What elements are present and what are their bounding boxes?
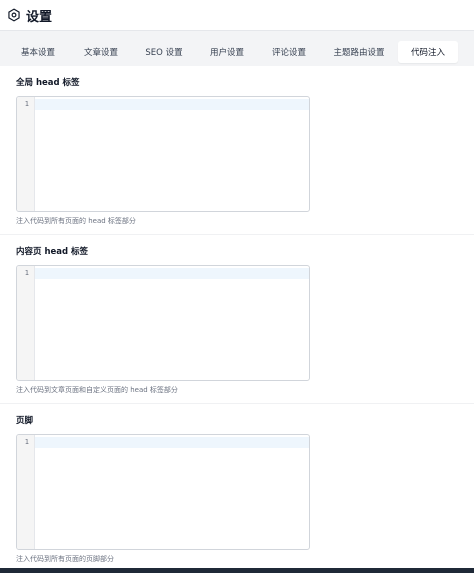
section-label: 页脚	[16, 416, 34, 426]
tab-user-settings[interactable]: 用户设置	[196, 41, 258, 63]
content-head-editor[interactable]: 1	[16, 265, 310, 381]
code-input[interactable]	[37, 268, 307, 378]
page-header: 设置	[0, 0, 474, 30]
tab-basic-settings[interactable]: 基本设置	[6, 41, 70, 63]
divider	[0, 234, 474, 235]
tab-bar: 基本设置 文章设置 SEO 设置 用户设置 评论设置 主题路由设置 代码注入	[0, 30, 474, 66]
global-head-editor[interactable]: 1	[16, 96, 310, 212]
section-hint: 注入代码到所有页面的页脚部分	[16, 555, 114, 563]
line-gutter	[17, 435, 35, 549]
footer-editor[interactable]: 1	[16, 434, 310, 550]
page-title: 设置	[26, 9, 53, 25]
line-number: 1	[24, 438, 29, 446]
line-number: 1	[24, 100, 29, 108]
tab-code-injection[interactable]: 代码注入	[398, 41, 458, 63]
section-hint: 注入代码到所有页面的 head 标签部分	[16, 217, 136, 225]
bottom-edge	[0, 568, 474, 573]
tab-post-settings[interactable]: 文章设置	[70, 41, 132, 63]
divider	[0, 403, 474, 404]
tab-comment-settings[interactable]: 评论设置	[258, 41, 320, 63]
section-label: 全局 head 标签	[16, 78, 80, 88]
line-number: 1	[24, 269, 29, 277]
line-gutter	[17, 266, 35, 380]
code-input[interactable]	[37, 99, 307, 209]
section-hint: 注入代码到文章页面和自定义页面的 head 标签部分	[16, 386, 178, 394]
code-input[interactable]	[37, 437, 307, 547]
gear-icon	[7, 8, 21, 22]
tab-theme-route-settings[interactable]: 主题路由设置	[320, 41, 398, 63]
settings-content: 全局 head 标签 1 注入代码到所有页面的 head 标签部分 内容页 he…	[0, 66, 474, 573]
line-gutter	[17, 97, 35, 211]
tab-seo-settings[interactable]: SEO 设置	[132, 41, 196, 63]
section-label: 内容页 head 标签	[16, 247, 89, 257]
